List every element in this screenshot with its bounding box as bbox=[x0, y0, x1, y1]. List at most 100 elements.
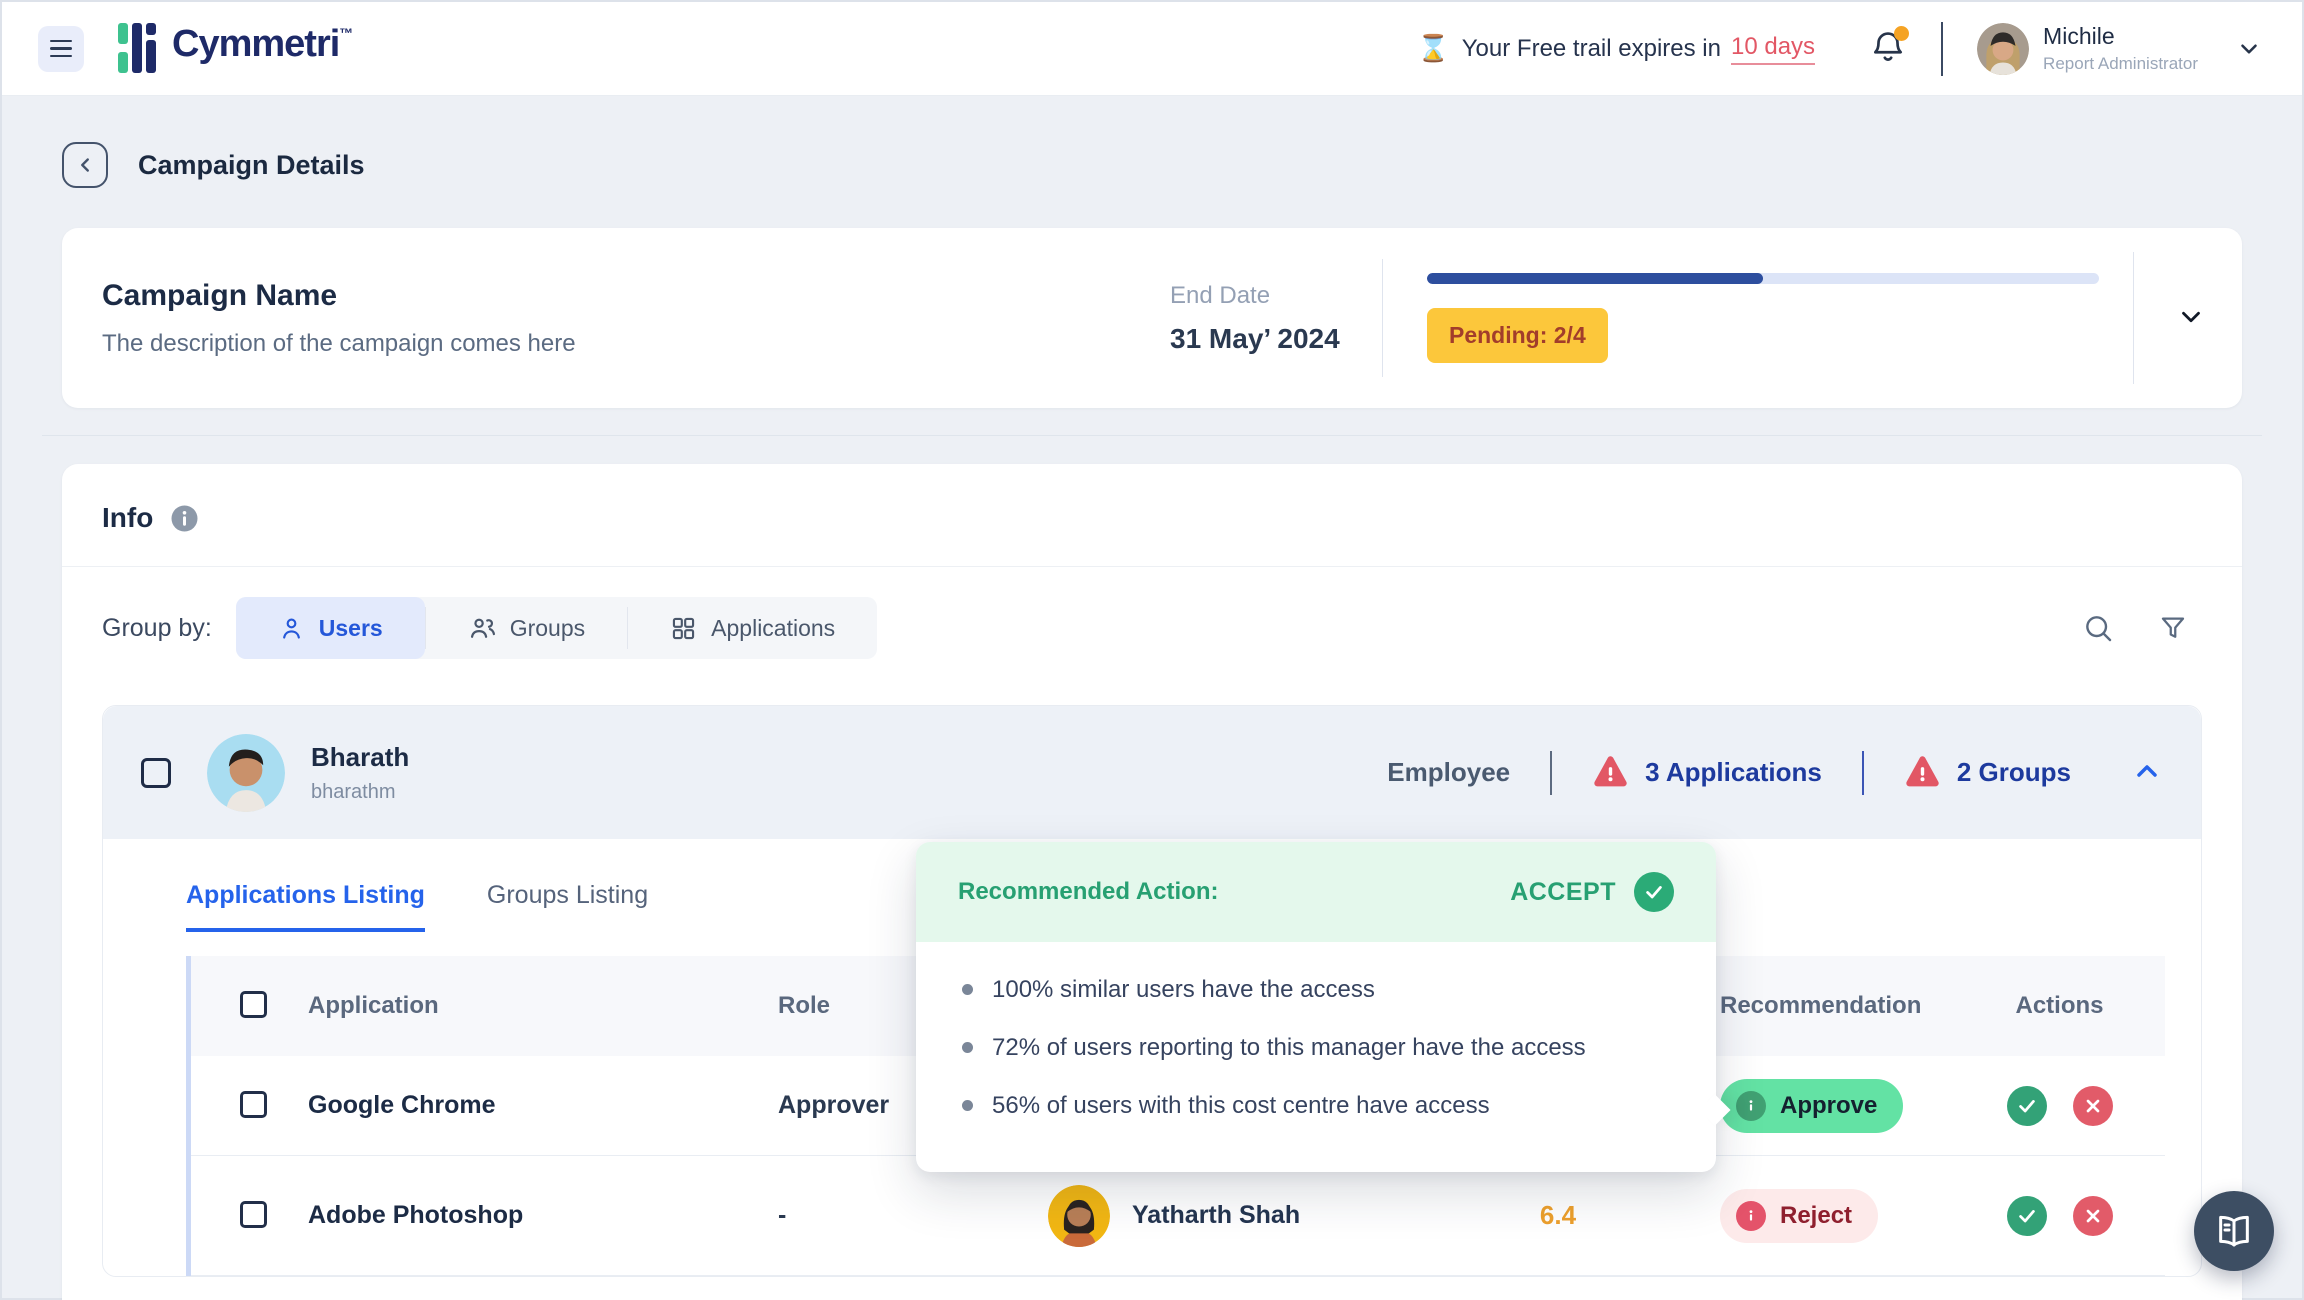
breadcrumb: Campaign Details bbox=[62, 142, 2242, 188]
check-circle-icon bbox=[1634, 872, 1674, 912]
group-by-label: Group by: bbox=[102, 614, 212, 643]
open-book-icon bbox=[2214, 1211, 2254, 1251]
user-avatar-image bbox=[1977, 23, 2029, 75]
select-all-checkbox[interactable] bbox=[240, 991, 267, 1018]
warning-icon bbox=[1904, 754, 1941, 791]
info-icon bbox=[1736, 1201, 1766, 1231]
pending-status-badge: Pending: 2/4 bbox=[1427, 308, 1608, 363]
hourglass-icon: ⌛ bbox=[1417, 33, 1449, 64]
section-divider bbox=[42, 435, 2262, 436]
campaign-name: Campaign Name bbox=[102, 279, 1170, 313]
avatar bbox=[1977, 23, 2029, 75]
recommendation-popover: Recommended Action: ACCEPT 100% similar … bbox=[916, 842, 1716, 1172]
notification-badge bbox=[1894, 26, 1909, 41]
brand-logo: Cymmetri ™ bbox=[118, 23, 353, 75]
grid-icon bbox=[670, 615, 697, 642]
recommendation-badge-reject[interactable]: Reject bbox=[1720, 1189, 1878, 1243]
search-button[interactable] bbox=[2082, 612, 2114, 644]
info-card: Info Group by: Users bbox=[62, 464, 2242, 1300]
divider bbox=[1550, 751, 1552, 795]
popover-title: Recommended Action: bbox=[958, 878, 1218, 906]
recommendation-label: Approve bbox=[1780, 1092, 1877, 1120]
user-group-header[interactable]: Bharath bharathm Employee 3 Applications bbox=[103, 706, 2201, 839]
trial-expiry-text: Your Free trail expires in bbox=[1462, 35, 1721, 63]
user-name: Michile bbox=[2043, 23, 2198, 50]
filter-button[interactable] bbox=[2158, 613, 2188, 643]
users-icon bbox=[468, 614, 496, 642]
reviewer-avatar-image bbox=[1048, 1185, 1110, 1247]
application-name: Google Chrome bbox=[308, 1091, 778, 1120]
approve-button[interactable] bbox=[2007, 1086, 2047, 1126]
documentation-fab[interactable] bbox=[2194, 1191, 2274, 1271]
search-icon bbox=[2082, 612, 2114, 644]
tab-groups-listing[interactable]: Groups Listing bbox=[487, 881, 648, 932]
info-icon[interactable] bbox=[171, 505, 198, 532]
col-actions: Actions bbox=[1958, 992, 2161, 1020]
tab-applications-label: Applications bbox=[711, 615, 835, 642]
divider bbox=[62, 566, 2242, 567]
notifications-button[interactable] bbox=[1869, 28, 1907, 69]
user-checkbox[interactable] bbox=[141, 758, 171, 788]
campaign-progress-bar bbox=[1427, 273, 2099, 284]
tab-groups-label: Groups bbox=[510, 615, 585, 642]
user-name: Bharath bbox=[311, 742, 409, 773]
user-username: bharathm bbox=[311, 781, 409, 804]
reject-button[interactable] bbox=[2073, 1086, 2113, 1126]
recommendation-badge-approve[interactable]: Approve bbox=[1720, 1079, 1903, 1133]
back-button[interactable] bbox=[62, 142, 108, 188]
collapse-user-button[interactable] bbox=[2131, 755, 2163, 790]
application-role: - bbox=[778, 1201, 1048, 1230]
popover-reasons: 100% similar users have the access 72% o… bbox=[916, 942, 1716, 1120]
check-icon bbox=[2016, 1095, 2038, 1117]
campaign-description: The description of the campaign comes he… bbox=[102, 330, 1170, 358]
brand-logo-icon bbox=[118, 23, 164, 75]
topbar-divider bbox=[1941, 22, 1943, 76]
row-checkbox[interactable] bbox=[240, 1091, 267, 1118]
trademark: ™ bbox=[339, 25, 353, 41]
row-checkbox[interactable] bbox=[240, 1201, 267, 1228]
applications-count[interactable]: 3 Applications bbox=[1645, 757, 1822, 788]
chevron-up-icon bbox=[2131, 755, 2163, 787]
tab-applications[interactable]: Applications bbox=[628, 597, 877, 659]
reason-item: 72% of users reporting to this manager h… bbox=[958, 1034, 1674, 1062]
x-icon bbox=[2083, 1206, 2103, 1226]
recommendation-label: Reject bbox=[1780, 1202, 1852, 1230]
table-row: Adobe Photoshop - Yatharth bbox=[191, 1156, 2165, 1276]
filter-icon bbox=[2158, 613, 2188, 643]
avatar bbox=[1048, 1185, 1110, 1247]
col-application: Application bbox=[308, 992, 778, 1020]
recommended-action-value: ACCEPT bbox=[1510, 878, 1616, 907]
tab-applications-listing[interactable]: Applications Listing bbox=[186, 881, 425, 932]
reviewer-name: Yatharth Shah bbox=[1132, 1201, 1300, 1230]
check-icon bbox=[2016, 1205, 2038, 1227]
campaign-progress-fill bbox=[1427, 273, 1763, 284]
chevron-down-icon bbox=[2236, 36, 2262, 62]
approve-button[interactable] bbox=[2007, 1196, 2047, 1236]
info-icon bbox=[1736, 1091, 1766, 1121]
campaign-details-page: { "topbar": { "brand": "Cymmetri", "tm":… bbox=[0, 0, 2304, 1300]
tab-users[interactable]: Users bbox=[236, 597, 425, 659]
divider bbox=[1862, 751, 1864, 795]
group-by-tabs: Users Groups Applications bbox=[236, 597, 877, 659]
end-date-label: End Date bbox=[1170, 282, 1382, 310]
tab-groups[interactable]: Groups bbox=[426, 597, 627, 659]
warning-icon bbox=[1592, 754, 1629, 791]
user-menu[interactable]: Michile Report Administrator bbox=[1977, 23, 2262, 75]
reason-item: 100% similar users have the access bbox=[958, 976, 1674, 1004]
divider bbox=[2133, 252, 2134, 384]
application-name: Adobe Photoshop bbox=[308, 1201, 778, 1230]
end-date-value: 31 May’ 2024 bbox=[1170, 323, 1382, 355]
campaign-expand-button[interactable] bbox=[2176, 302, 2206, 335]
chevron-down-icon bbox=[2176, 302, 2206, 332]
user-role: Report Administrator bbox=[2043, 54, 2198, 74]
trial-days-link[interactable]: 10 days bbox=[1731, 33, 1815, 65]
brand-name: Cymmetri bbox=[172, 23, 339, 66]
reject-button[interactable] bbox=[2073, 1196, 2113, 1236]
user-group-bharath: Bharath bharathm Employee 3 Applications bbox=[102, 705, 2202, 1277]
risk-score: 6.4 bbox=[1468, 1200, 1648, 1231]
topbar: Cymmetri ™ ⌛ Your Free trail expires in … bbox=[2, 2, 2302, 96]
group-by-row: Group by: Users Groups bbox=[102, 597, 2202, 659]
menu-button[interactable] bbox=[38, 26, 84, 72]
tab-users-label: Users bbox=[319, 615, 383, 642]
groups-count[interactable]: 2 Groups bbox=[1957, 757, 2071, 788]
